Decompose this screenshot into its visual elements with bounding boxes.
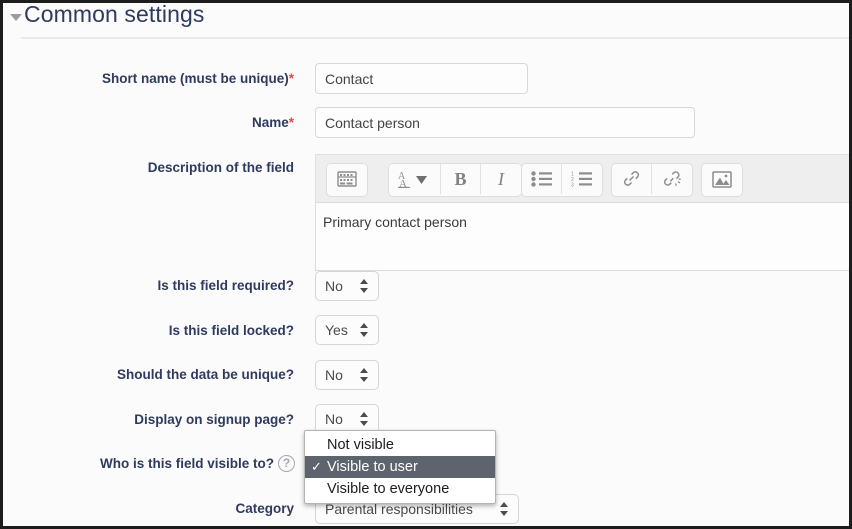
name-label: Name* bbox=[23, 115, 294, 131]
bold-icon[interactable]: B bbox=[441, 164, 481, 194]
bold-glyph: B bbox=[454, 168, 467, 189]
signup-page-value: No bbox=[325, 411, 343, 427]
font-size-icon[interactable]: A A bbox=[389, 164, 441, 194]
section-header: Common settings bbox=[3, 3, 849, 39]
short-name-input[interactable] bbox=[315, 63, 528, 94]
stepper-icon bbox=[500, 501, 509, 517]
page-title: Common settings bbox=[24, 3, 205, 27]
required-marker: * bbox=[288, 71, 294, 86]
dropdown-option-not-visible[interactable]: Not visible bbox=[305, 434, 495, 456]
help-glyph: ? bbox=[282, 456, 291, 470]
name-label-text: Name bbox=[251, 115, 289, 130]
italic-glyph: I bbox=[498, 168, 504, 189]
numbered-list-icon[interactable]: 1 2 3 bbox=[562, 164, 602, 194]
unique-data-select[interactable]: No bbox=[315, 360, 379, 390]
expand-toolbar-icon[interactable] bbox=[327, 164, 367, 194]
short-name-label-text: Short name (must be unique) bbox=[101, 71, 289, 86]
insert-image-icon[interactable] bbox=[702, 164, 742, 194]
is-locked-label: Is this field locked? bbox=[168, 323, 294, 338]
short-name-label: Short name (must be unique)* bbox=[23, 71, 294, 87]
category-label: Category bbox=[235, 501, 294, 516]
bulleted-list-icon[interactable] bbox=[522, 164, 562, 194]
screenshot-frame: Common settings Short name (must be uniq… bbox=[0, 0, 852, 529]
svg-text:3: 3 bbox=[571, 182, 574, 187]
checkmark-icon: ✓ bbox=[311, 459, 322, 474]
toolbar-group-lists: 1 2 3 bbox=[521, 163, 603, 197]
dropdown-option-visible-to-everyone[interactable]: Visible to everyone bbox=[305, 478, 495, 500]
header-divider bbox=[21, 37, 849, 39]
question-mark-icon[interactable]: ? bbox=[278, 455, 295, 472]
stepper-icon bbox=[360, 411, 369, 427]
name-input[interactable] bbox=[315, 107, 695, 138]
visible-to-dropdown-menu[interactable]: Not visible ✓ Visible to user Visible to… bbox=[304, 430, 496, 504]
stepper-icon bbox=[360, 367, 369, 383]
unique-data-label: Should the data be unique? bbox=[117, 367, 294, 382]
toolbar-group-media bbox=[701, 163, 743, 197]
svg-text:A: A bbox=[399, 178, 407, 188]
dropdown-option-visible-to-user[interactable]: ✓ Visible to user bbox=[305, 456, 495, 478]
is-required-select[interactable]: No bbox=[315, 271, 379, 301]
unique-data-value: No bbox=[325, 367, 343, 383]
stepper-icon bbox=[360, 278, 369, 294]
is-locked-select[interactable]: Yes bbox=[315, 315, 379, 345]
is-locked-value: Yes bbox=[325, 322, 348, 338]
description-textarea[interactable]: Primary contact person bbox=[315, 203, 849, 271]
editor-toolbar: A A B I 1 2 3 bbox=[315, 154, 849, 203]
is-required-label: Is this field required? bbox=[157, 278, 294, 293]
visible-to-label: Who is this field visible to? bbox=[99, 456, 274, 471]
description-label: Description of the field bbox=[147, 160, 294, 175]
form-page: Common settings Short name (must be uniq… bbox=[3, 3, 849, 526]
italic-icon[interactable]: I bbox=[481, 164, 521, 194]
dropdown-option-label: Visible to user bbox=[327, 459, 418, 475]
triangle-down-icon[interactable] bbox=[10, 14, 22, 21]
link-icon[interactable] bbox=[612, 164, 652, 194]
toolbar-group-expand bbox=[326, 163, 368, 197]
unlink-icon[interactable] bbox=[652, 164, 692, 194]
is-required-value: No bbox=[325, 278, 343, 294]
toolbar-group-links bbox=[611, 163, 693, 197]
required-marker: * bbox=[288, 115, 294, 130]
dropdown-option-label: Not visible bbox=[327, 437, 394, 453]
stepper-icon bbox=[360, 322, 369, 338]
description-editor: A A B I 1 2 3 Primary contact person bbox=[315, 154, 849, 271]
toolbar-group-format: A A B I bbox=[388, 163, 522, 197]
signup-page-label: Display on signup page? bbox=[134, 412, 294, 427]
dropdown-option-label: Visible to everyone bbox=[327, 481, 450, 497]
